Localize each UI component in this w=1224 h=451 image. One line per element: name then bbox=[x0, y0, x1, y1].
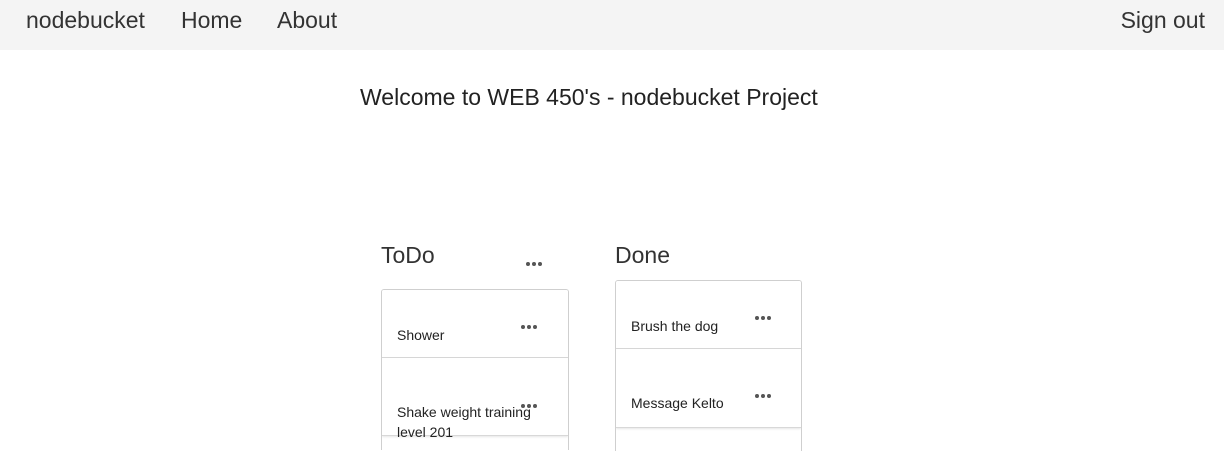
todo-column-title: ToDo bbox=[381, 242, 435, 268]
todo-column-more-icon[interactable] bbox=[525, 260, 547, 268]
nav-home-link[interactable]: Home bbox=[181, 0, 242, 40]
done-column-title: Done bbox=[615, 242, 670, 268]
welcome-heading: Welcome to WEB 450's - nodebucket Projec… bbox=[360, 84, 818, 110]
done-list: Brush the dog Message Kelto bbox=[615, 280, 802, 451]
task-text: Shower bbox=[397, 327, 445, 343]
done-task-card[interactable]: Brush the dog bbox=[616, 281, 801, 349]
done-task-card[interactable]: Message Kelto bbox=[616, 349, 801, 428]
task-more-icon[interactable] bbox=[520, 323, 542, 331]
sign-out-link[interactable]: Sign out bbox=[1121, 0, 1205, 40]
todo-list: Shower Shake weight training level 201 bbox=[381, 289, 569, 450]
task-more-icon[interactable] bbox=[754, 392, 776, 400]
todo-task-card[interactable]: Shake weight training level 201 bbox=[382, 358, 568, 440]
nav-about-link[interactable]: About bbox=[277, 0, 337, 40]
task-more-icon[interactable] bbox=[520, 402, 542, 410]
todo-task-card[interactable]: Shower bbox=[382, 290, 568, 358]
brand-link[interactable]: nodebucket bbox=[26, 0, 145, 40]
task-text: Brush the dog bbox=[631, 318, 719, 334]
task-more-icon[interactable] bbox=[754, 314, 776, 322]
task-text: Message Kelto bbox=[631, 395, 724, 411]
top-navbar: nodebucket Home About Sign out bbox=[0, 0, 1224, 50]
